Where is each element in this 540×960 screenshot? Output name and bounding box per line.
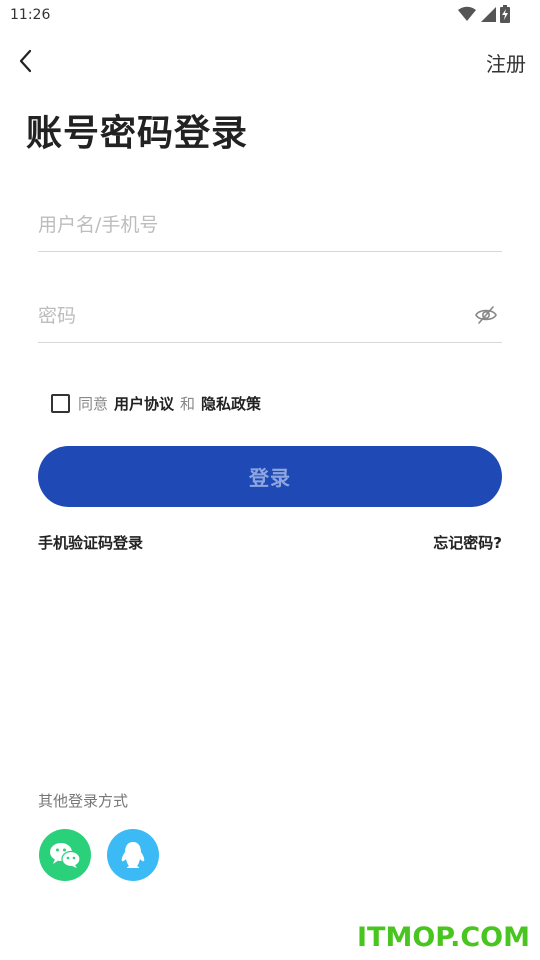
eye-hidden-icon (475, 306, 497, 324)
forgot-password-link[interactable]: 忘记密码? (433, 532, 502, 553)
status-time: 11:26 (10, 7, 51, 23)
wifi-icon (458, 6, 476, 22)
login-button[interactable]: 登录 (38, 446, 502, 507)
sms-login-link[interactable]: 手机验证码登录 (38, 532, 143, 553)
username-field (38, 198, 502, 252)
status-icons (458, 5, 510, 23)
login-screen: 11:26 注册 账号密码登录 用户名/手机号 同意 用户协议 和 隐私政策 登… (0, 0, 540, 960)
wechat-icon (50, 843, 81, 868)
agree-and: 和 (180, 395, 196, 413)
password-field (38, 289, 502, 343)
status-bar: 11:26 (0, 0, 540, 30)
other-login-title: 其他登录方式 (38, 792, 129, 810)
terms-link[interactable]: 用户协议 (114, 393, 174, 414)
username-input[interactable] (38, 198, 502, 251)
battery-charging-icon (500, 5, 510, 23)
qq-login-button[interactable] (107, 829, 159, 881)
agree-checkbox[interactable] (51, 394, 70, 413)
qq-icon (121, 842, 145, 868)
agree-prefix: 同意 (78, 395, 109, 413)
register-link[interactable]: 注册 (486, 48, 526, 77)
password-input[interactable] (38, 289, 502, 342)
agreement-row: 同意 用户协议 和 隐私政策 (51, 393, 267, 414)
password-visibility-toggle[interactable] (474, 303, 498, 327)
page-title: 账号密码登录 (26, 113, 249, 154)
cell-signal-icon (481, 7, 496, 22)
watermark-text: ITMOP.COM (356, 922, 530, 953)
privacy-link[interactable]: 隐私政策 (201, 393, 261, 414)
chevron-left-icon (19, 49, 32, 73)
wechat-login-button[interactable] (39, 829, 91, 881)
back-button[interactable] (12, 46, 42, 76)
